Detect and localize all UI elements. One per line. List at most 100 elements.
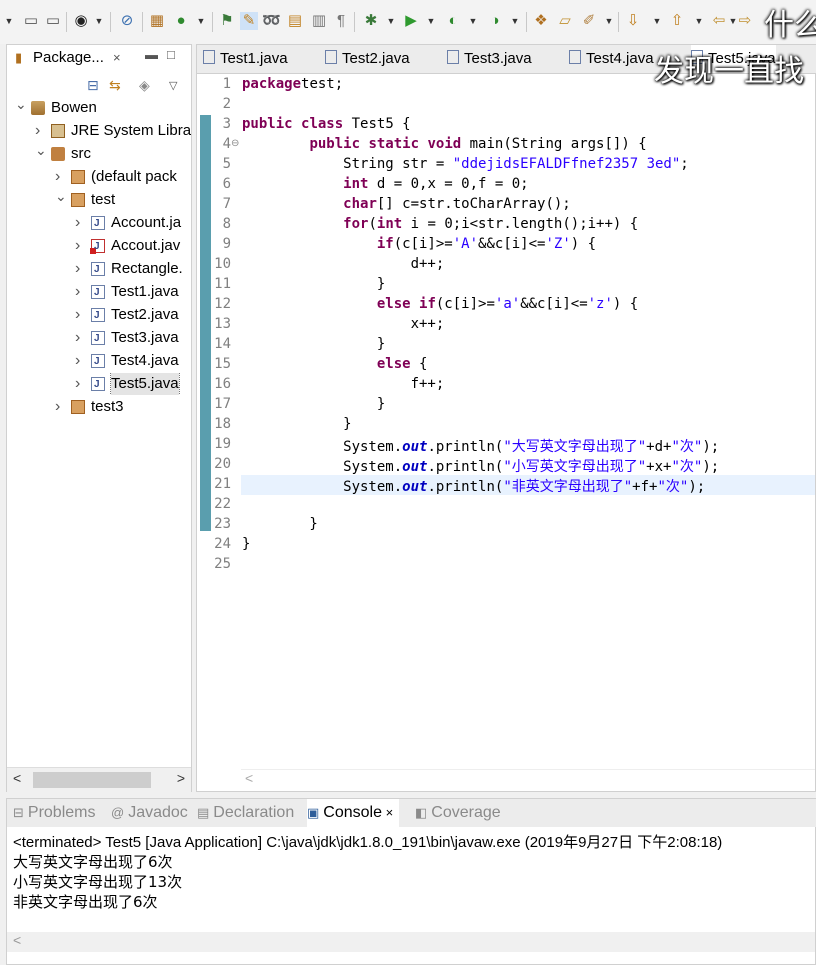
debug-icon[interactable]: ✱ bbox=[362, 12, 380, 30]
run-icon[interactable]: ▶ bbox=[402, 12, 420, 30]
tree-item[interactable]: › Test3.java bbox=[7, 327, 191, 349]
editor-horizontal-scrollbar[interactable]: < bbox=[241, 769, 815, 790]
chevron-right-icon[interactable]: › bbox=[75, 258, 80, 280]
chevron-right-icon[interactable]: › bbox=[75, 281, 80, 303]
tab-package-explorer[interactable]: ▮ Package... × bbox=[7, 45, 131, 71]
tab-javadoc[interactable]: @ Javadoc bbox=[111, 799, 194, 827]
word-wrap-icon[interactable]: ▥ bbox=[310, 12, 328, 30]
tree-item[interactable]: ⌄ Bowen bbox=[7, 97, 191, 119]
chevron-down-icon[interactable]: ▼ bbox=[510, 12, 520, 30]
open-task-icon[interactable]: ❖ bbox=[532, 12, 550, 30]
tab-test2-java[interactable]: Test2.java bbox=[325, 45, 410, 73]
forward-icon[interactable]: ⇨ bbox=[736, 12, 754, 30]
line-number: 25 bbox=[214, 556, 231, 572]
maximize-icon[interactable]: □ bbox=[167, 47, 175, 62]
back-icon[interactable]: ⇦ bbox=[710, 12, 728, 30]
mark-occurrences-icon[interactable]: ✎ bbox=[240, 12, 258, 30]
code-line: d++; bbox=[242, 256, 445, 272]
chevron-down-icon[interactable]: ▼ bbox=[694, 12, 704, 30]
fold-icon[interactable]: ⊖ bbox=[231, 138, 239, 149]
chevron-down-icon[interactable]: ⌄ bbox=[15, 97, 27, 115]
horizontal-scrollbar[interactable]: < > bbox=[7, 767, 191, 792]
save-all-icon[interactable]: ▭ bbox=[44, 12, 62, 30]
chevron-right-icon[interactable]: › bbox=[75, 373, 80, 395]
user-icon[interactable]: ◉ bbox=[72, 12, 90, 30]
tab-test3-java[interactable]: Test3.java bbox=[447, 45, 532, 73]
tree-item[interactable]: › Accout.jav bbox=[7, 235, 191, 257]
tree-item[interactable]: › test3 bbox=[7, 396, 191, 418]
code-token: d = 0,x = 0,f = 0; bbox=[368, 176, 529, 192]
scroll-thumb[interactable] bbox=[33, 772, 151, 788]
open-type-icon[interactable]: ⚑ bbox=[218, 12, 236, 30]
java-file-icon bbox=[91, 305, 105, 326]
chevron-down-icon[interactable]: ▼ bbox=[94, 12, 104, 30]
collapse-all-icon[interactable]: ⊟ bbox=[87, 77, 99, 94]
tab-declaration[interactable]: ▤ Declaration bbox=[197, 799, 300, 827]
tree-item[interactable]: › Account.ja bbox=[7, 212, 191, 234]
skip-breakpoints-icon[interactable]: ⊘ bbox=[118, 12, 136, 30]
new-package-icon[interactable]: ▦ bbox=[148, 12, 166, 30]
chevron-down-icon[interactable]: ▼ bbox=[4, 12, 14, 30]
tree-item[interactable]: › Test2.java bbox=[7, 304, 191, 326]
tab-console[interactable]: ▣ Console × bbox=[307, 799, 400, 827]
scroll-left-icon[interactable]: < bbox=[13, 932, 21, 948]
close-icon[interactable]: × bbox=[113, 45, 121, 71]
code-token: { bbox=[410, 356, 428, 372]
toggle-breadcrumb-icon[interactable]: ➿ bbox=[262, 12, 281, 30]
chevron-down-icon[interactable]: ⌄ bbox=[35, 143, 47, 161]
new-class-icon[interactable]: ● bbox=[172, 12, 190, 30]
view-menu-icon[interactable]: ▽ bbox=[169, 79, 177, 92]
block-selection-icon[interactable]: ▤ bbox=[286, 12, 304, 30]
chevron-down-icon[interactable]: ▼ bbox=[652, 12, 662, 30]
chevron-right-icon[interactable]: › bbox=[35, 120, 40, 142]
tab-coverage[interactable]: ◧ Coverage bbox=[415, 799, 507, 827]
scroll-left-icon[interactable]: < bbox=[13, 770, 21, 786]
tree-item[interactable]: › JRE System Libra bbox=[7, 120, 191, 142]
line-number: 9 bbox=[222, 236, 231, 252]
chevron-right-icon[interactable]: › bbox=[75, 327, 80, 349]
chevron-right-icon[interactable]: › bbox=[75, 350, 80, 372]
scroll-left-icon[interactable]: < bbox=[245, 770, 253, 786]
tab-label: Test2.java bbox=[342, 50, 410, 67]
show-whitespace-icon[interactable]: ¶ bbox=[332, 12, 350, 30]
chevron-down-icon[interactable]: ▼ bbox=[196, 12, 206, 30]
chevron-down-icon[interactable]: ▼ bbox=[604, 12, 614, 30]
close-icon[interactable]: × bbox=[382, 805, 394, 820]
tree-item[interactable]: › Test5.java bbox=[7, 373, 191, 395]
console-horizontal-scrollbar[interactable]: < bbox=[7, 932, 815, 952]
previous-annotation-icon[interactable]: ⇧ bbox=[668, 12, 686, 30]
tree-item[interactable]: › Test1.java bbox=[7, 281, 191, 303]
minimize-icon[interactable]: ▬ bbox=[145, 47, 158, 62]
tab-test1-java[interactable]: Test1.java bbox=[203, 45, 288, 73]
tree-item[interactable]: › Test4.java bbox=[7, 350, 191, 372]
next-annotation-icon[interactable]: ⇩ bbox=[624, 12, 642, 30]
chevron-right-icon[interactable]: › bbox=[55, 396, 60, 418]
chevron-down-icon[interactable]: ▼ bbox=[426, 12, 436, 30]
search-tool-icon[interactable]: ✐ bbox=[580, 12, 598, 30]
chevron-down-icon[interactable]: ▼ bbox=[386, 12, 396, 30]
chevron-right-icon[interactable]: › bbox=[75, 235, 80, 257]
chevron-right-icon[interactable]: › bbox=[75, 212, 80, 234]
chevron-right-icon[interactable]: › bbox=[55, 166, 60, 188]
scroll-right-icon[interactable]: > bbox=[177, 770, 185, 786]
line-number: 1 bbox=[222, 76, 231, 92]
external-tools-icon[interactable]: ◑ bbox=[486, 12, 504, 30]
link-with-editor-icon[interactable]: ⇆ bbox=[109, 77, 121, 94]
tree-item[interactable]: › Rectangle. bbox=[7, 258, 191, 280]
focus-icon[interactable]: ◈ bbox=[139, 77, 150, 94]
chevron-right-icon[interactable]: › bbox=[75, 304, 80, 326]
tree-item[interactable]: › (default pack bbox=[7, 166, 191, 188]
open-folder-icon[interactable]: ▱ bbox=[556, 12, 574, 30]
tab-test4-java[interactable]: Test4.java bbox=[569, 45, 654, 73]
save-icon[interactable]: ▭ bbox=[22, 12, 40, 30]
coverage-run-icon[interactable]: ◐ bbox=[444, 12, 462, 30]
tab-problems[interactable]: ⊟ Problems bbox=[13, 799, 101, 827]
tree-item[interactable]: ⌄ src bbox=[7, 143, 191, 165]
chevron-down-icon[interactable]: ⌄ bbox=[55, 189, 67, 207]
chevron-down-icon[interactable]: ▼ bbox=[468, 12, 478, 30]
tab-label: Test3.java bbox=[464, 50, 532, 67]
tree-item[interactable]: ⌄ test bbox=[7, 189, 191, 211]
code-token: d++; bbox=[242, 256, 445, 272]
